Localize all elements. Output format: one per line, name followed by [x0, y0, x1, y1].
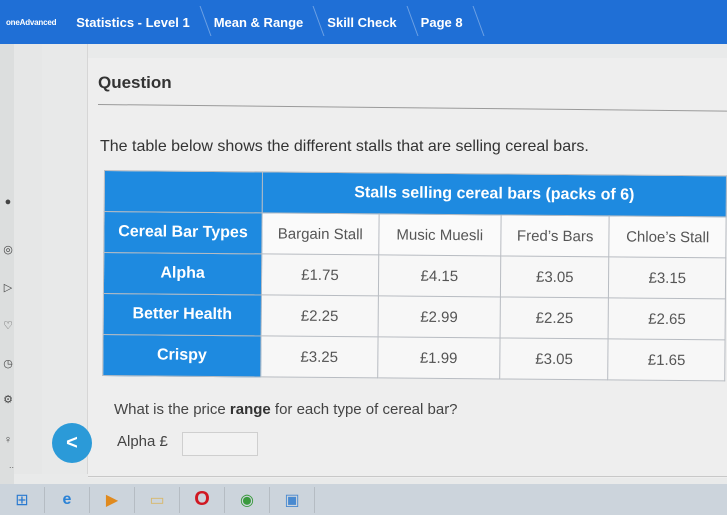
top-navigation-bar: oneAdvanced Statistics - Level 1 Mean & …: [0, 0, 727, 44]
back-button[interactable]: <: [52, 423, 92, 463]
profile-icon[interactable]: ●: [2, 196, 14, 208]
breadcrumb-statistics-level-1[interactable]: Statistics - Level 1: [70, 0, 207, 44]
chrome-icon[interactable]: ◉: [225, 486, 270, 513]
table-row: Crispy £3.25 £1.99 £3.05 £1.65: [102, 334, 726, 381]
start-icon[interactable]: ⊞: [0, 486, 45, 513]
table-row: Better Health £2.25 £2.99 £2.25 £2.65: [103, 293, 726, 340]
breadcrumb-mean-range[interactable]: Mean & Range: [208, 0, 322, 44]
price-cell: £2.25: [261, 294, 379, 337]
price-cell: £3.15: [608, 256, 726, 299]
breadcrumb-page-8[interactable]: Page 8: [415, 0, 481, 44]
heart-icon[interactable]: ♡: [2, 320, 14, 332]
column-header-bargain-stall: Bargain Stall: [261, 212, 379, 255]
answer-label-alpha: Alpha £: [117, 433, 168, 450]
row-label-better-health: Better Health: [103, 293, 262, 336]
prompt-text: What is the price: [114, 401, 230, 418]
table-column-header-row: Cereal Bar Types Bargain Stall Music Mue…: [103, 211, 727, 258]
content-divider: [88, 476, 727, 477]
column-header-chloes-stall: Chloe’s Stall: [609, 215, 727, 258]
question-title: Question: [98, 73, 172, 92]
side-panel: [14, 44, 43, 474]
cereal-bar-price-table: Stalls selling cereal bars (packs of 6) …: [102, 170, 727, 381]
play-icon[interactable]: ▷: [2, 282, 14, 294]
lightbulb-icon[interactable]: ♀: [2, 434, 14, 446]
price-cell: £2.25: [500, 296, 609, 339]
brand-logo: oneAdvanced: [6, 17, 57, 27]
answer-input-alpha[interactable]: [182, 432, 258, 456]
left-sidebar: ● ◎ ▷ ♡ ◷ ⚙ ♀: [0, 44, 14, 484]
stalls-group-header: Stalls selling cereal bars (packs of 6): [262, 171, 727, 217]
price-cell: £3.25: [260, 335, 378, 378]
prompt-text-end: for each type of cereal bar?: [270, 401, 458, 418]
price-cell: £1.65: [608, 338, 726, 381]
table-corner-cell: [104, 170, 263, 213]
row-header-label: Cereal Bar Types: [103, 211, 263, 254]
row-label-crispy: Crispy: [102, 334, 262, 377]
column-header-freds-bars: Fred’s Bars: [500, 214, 610, 257]
side-panel-inner: [42, 44, 88, 474]
media-player-icon[interactable]: ▶: [90, 486, 135, 513]
target-icon[interactable]: ◎: [2, 244, 14, 256]
windows-taskbar: ⊞ e ▶ ▭ O ◉ ▣: [0, 484, 727, 515]
price-cell: £4.15: [378, 254, 501, 297]
price-cell: £2.65: [608, 297, 726, 340]
column-header-music-muesli: Music Muesli: [378, 213, 502, 256]
price-cell: £3.05: [500, 255, 610, 298]
price-cell: £2.99: [377, 295, 501, 338]
prompt-emphasis: range: [229, 401, 271, 418]
question-intro: The table below shows the different stal…: [100, 138, 589, 155]
remote-desktop-icon[interactable]: ▣: [270, 486, 315, 513]
settings-icon[interactable]: ⚙: [2, 394, 14, 406]
chevron-left-icon: <: [66, 431, 78, 454]
opera-icon[interactable]: O: [180, 486, 225, 513]
price-cell: £1.99: [377, 336, 501, 379]
row-label-alpha: Alpha: [103, 252, 262, 295]
table-group-header-row: Stalls selling cereal bars (packs of 6): [104, 170, 727, 217]
file-explorer-icon[interactable]: ▭: [135, 486, 180, 513]
price-cell: £1.75: [261, 253, 379, 296]
breadcrumb-skill-check[interactable]: Skill Check: [321, 0, 414, 44]
internet-explorer-icon[interactable]: e: [45, 486, 90, 513]
question-prompt: What is the price range for each type of…: [114, 401, 458, 418]
table-row: Alpha £1.75 £4.15 £3.05 £3.15: [103, 252, 726, 299]
price-cell: £3.05: [499, 337, 609, 380]
clock-icon[interactable]: ◷: [2, 358, 14, 370]
